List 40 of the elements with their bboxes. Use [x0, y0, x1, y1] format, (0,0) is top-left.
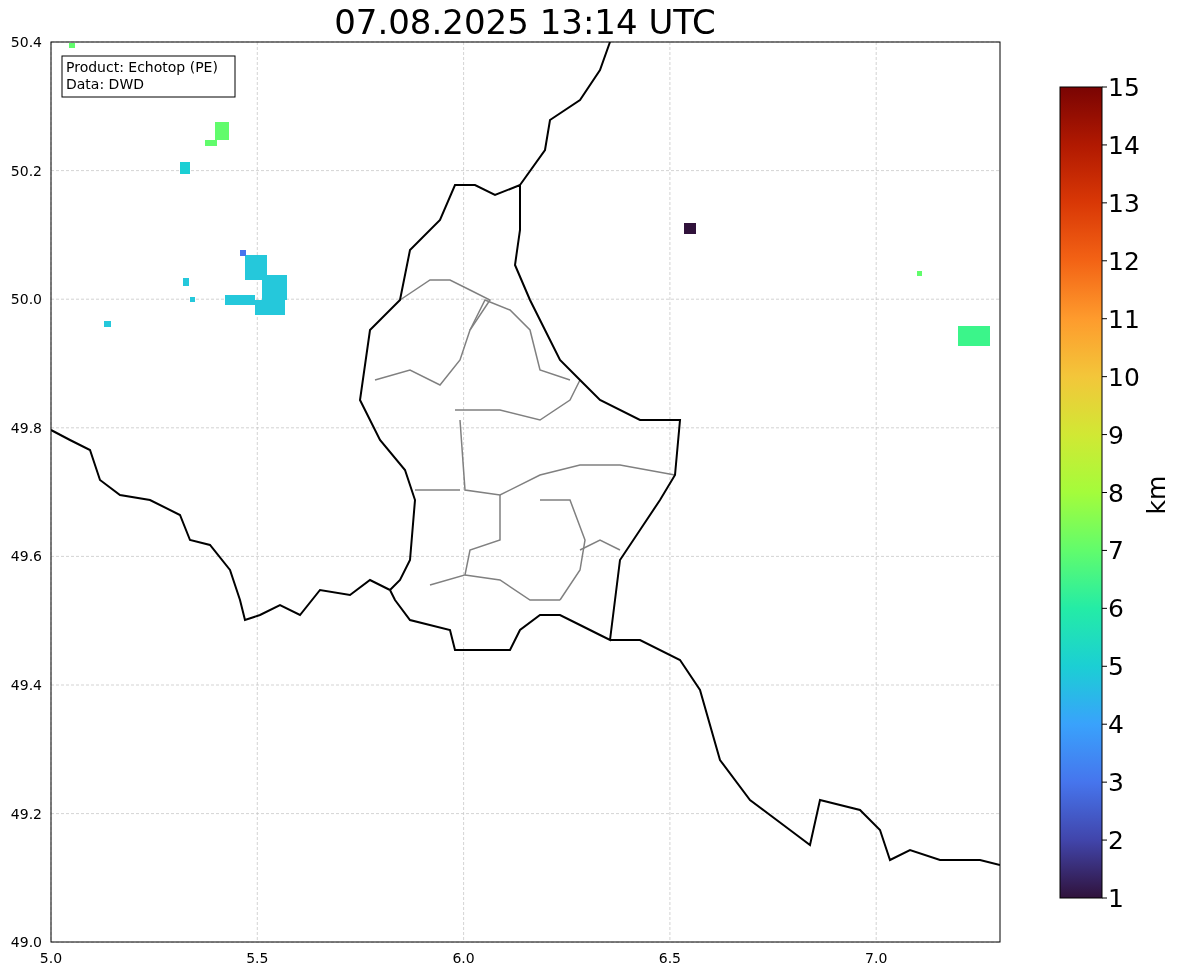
radar-echo [917, 271, 922, 276]
colorbar-tick-label: 12 [1108, 246, 1140, 276]
colorbar-tick-label: 7 [1108, 536, 1124, 566]
colorbar-tick-label: 13 [1108, 188, 1140, 218]
colorbar-tick-label: 8 [1108, 478, 1124, 508]
y-tick-label: 49.2 [10, 805, 42, 822]
colorbar-tick-label: 3 [1108, 768, 1124, 798]
y-tick-label: 49.0 [10, 934, 42, 951]
colorbar-tick-label: 15 [1108, 73, 1140, 102]
y-tick-label: 49.6 [10, 548, 42, 565]
colorbar-tick-label: 1 [1108, 884, 1124, 913]
colorbar-tick-label: 4 [1108, 710, 1124, 740]
x-tick-label: 6.5 [658, 950, 682, 966]
y-tick-label: 49.4 [10, 677, 42, 693]
colorbar-tick-label: 9 [1108, 420, 1124, 450]
radar-echo [183, 278, 189, 286]
colorbar-tick-label: 2 [1108, 826, 1124, 856]
chart-title: 07.08.2025 13:14 UTC [334, 2, 716, 42]
colorbar-tick-label: 10 [1108, 362, 1140, 392]
radar-echo [190, 297, 195, 302]
y-tick-label: 50.2 [10, 162, 42, 179]
radar-echo [684, 223, 696, 234]
x-tick-label: 6.0 [452, 950, 475, 966]
radar-echo [958, 326, 990, 346]
colorbar-tick-label: 6 [1108, 594, 1124, 624]
radar-echo [69, 43, 75, 48]
colorbar-tick-label: 14 [1108, 130, 1140, 160]
y-tick-label: 50.0 [10, 291, 42, 308]
colorbar-label: km [1142, 475, 1171, 515]
radar-echo [104, 321, 111, 327]
info-text: Data: DWD [66, 76, 144, 92]
x-tick-label: 7.0 [865, 950, 888, 966]
y-tick-label: 49.8 [10, 419, 42, 436]
colorbar-tick-label: 5 [1108, 652, 1124, 682]
radar-echo [180, 162, 190, 174]
info-text: Product: Echotop (PE) [66, 59, 218, 75]
colorbar-tick-label: 11 [1108, 304, 1140, 334]
y-tick-label: 50.4 [10, 34, 42, 50]
x-tick-label: 5.0 [39, 950, 63, 966]
x-tick-label: 5.5 [246, 950, 269, 966]
